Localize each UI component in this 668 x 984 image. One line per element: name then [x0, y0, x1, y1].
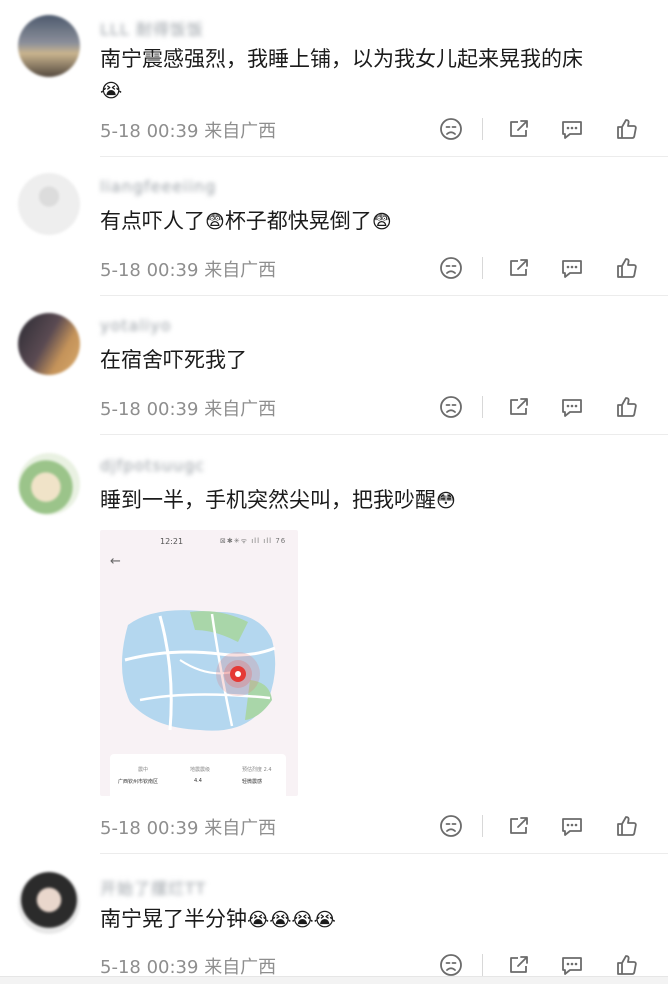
comment-icon[interactable] — [559, 255, 585, 281]
avatar[interactable] — [18, 313, 80, 375]
dislike-face-icon[interactable] — [438, 255, 464, 281]
comment-icon[interactable] — [559, 952, 585, 978]
divider — [482, 257, 483, 279]
divider — [100, 434, 668, 435]
share-icon[interactable] — [506, 255, 532, 281]
divider — [100, 295, 668, 296]
thumbs-up-icon[interactable] — [614, 116, 640, 142]
avatar[interactable] — [18, 173, 80, 235]
comment-text: 有点吓人了😨杯子都快晃倒了😨 — [100, 206, 650, 238]
comment-body: 有点吓人了 — [100, 209, 205, 233]
share-icon[interactable] — [506, 813, 532, 839]
info-label: 地震震级 — [190, 767, 211, 773]
fearful-emoji: 😨 — [205, 211, 225, 233]
comment-body-continued: 杯子都快晃倒了 — [224, 209, 372, 233]
divider — [482, 815, 483, 837]
info-label: 震中 — [138, 767, 149, 773]
username[interactable]: LLL 耐得饭饭 — [100, 16, 204, 40]
location: 来自广西 — [204, 260, 277, 281]
location: 来自广西 — [204, 957, 277, 978]
comment-body: 南宁晃了半分钟 — [100, 907, 247, 931]
username[interactable]: liangfeeeiing — [100, 177, 216, 196]
location: 来自广西 — [204, 818, 277, 839]
share-icon[interactable] — [506, 116, 532, 142]
info-value: 广西钦州市钦南区 — [118, 779, 159, 785]
comment-icon[interactable] — [559, 394, 585, 420]
username[interactable]: djfpotsuugc — [100, 456, 205, 475]
dislike-face-icon[interactable] — [438, 394, 464, 420]
thumbs-up-icon[interactable] — [614, 255, 640, 281]
timestamp: 5-18 00:39 — [100, 260, 199, 281]
share-icon[interactable] — [506, 394, 532, 420]
thumbs-up-icon[interactable] — [614, 952, 640, 978]
divider — [482, 396, 483, 418]
fearful-emoji: 😨 — [371, 211, 392, 233]
avatar[interactable] — [18, 453, 80, 515]
dislike-face-icon[interactable] — [438, 813, 464, 839]
divider — [482, 954, 483, 976]
comment-meta: 5-18 00:39 来自广西 — [100, 117, 276, 143]
comment-text: 南宁震感强烈，我睡上铺，以为我女儿起来晃我的床 😭 — [100, 44, 650, 107]
comment-text: 睡到一半，手机突然尖叫，把我吵醒😳 — [100, 485, 650, 517]
timestamp: 5-18 00:39 — [100, 399, 199, 420]
comment-icon[interactable] — [559, 813, 585, 839]
attached-screenshot[interactable]: 12:21 ⊠✱✳ᯤ ıll ıll 76 ← 震中 地震震级 预估烈度 2.4… — [100, 530, 298, 796]
comment-meta: 5-18 00:39 来自广西 — [100, 395, 276, 421]
comment-icon[interactable] — [559, 116, 585, 142]
info-label: 预估烈度 2.4 — [242, 767, 272, 773]
comment-meta: 5-18 00:39 来自广西 — [100, 256, 276, 282]
comment-meta: 5-18 00:39 来自广西 — [100, 814, 276, 840]
divider — [100, 853, 668, 854]
comment-body: 睡到一半，手机突然尖叫，把我吵醒 — [100, 488, 436, 512]
comment-body: 南宁震感强烈，我睡上铺，以为我女儿起来晃我的床 — [100, 47, 583, 71]
quake-info-card: 震中 地震震级 预估烈度 2.4 广西钦州市钦南区 4.4 轻微震感 — [110, 754, 286, 796]
comment-text: 南宁晃了半分钟😭😭😭😭 — [100, 904, 650, 936]
divider — [482, 118, 483, 140]
info-value: 4.4 — [194, 778, 202, 784]
info-value: 轻微震感 — [242, 779, 263, 785]
dislike-face-icon[interactable] — [438, 116, 464, 142]
share-icon[interactable] — [506, 952, 532, 978]
comment-text: 在宿舍吓死我了 — [100, 345, 650, 376]
avatar[interactable] — [18, 15, 80, 77]
thumbs-up-icon[interactable] — [614, 813, 640, 839]
timestamp: 5-18 00:39 — [100, 818, 199, 839]
location: 来自广西 — [204, 399, 277, 420]
crying-emoji: 😭😭😭😭 — [247, 909, 336, 931]
comment-body: 在宿舍吓死我了 — [100, 348, 247, 372]
avatar[interactable] — [18, 872, 80, 934]
flushed-emoji: 😳 — [436, 490, 456, 512]
timestamp: 5-18 00:39 — [100, 121, 199, 142]
username[interactable]: 开始了摆烂TT — [100, 875, 206, 899]
location: 来自广西 — [204, 121, 277, 142]
timestamp: 5-18 00:39 — [100, 957, 199, 978]
dislike-face-icon[interactable] — [438, 952, 464, 978]
thumbs-up-icon[interactable] — [614, 394, 640, 420]
crying-emoji: 😭 — [100, 80, 123, 102]
divider — [100, 156, 668, 157]
username[interactable]: yotaliyo — [100, 316, 171, 335]
